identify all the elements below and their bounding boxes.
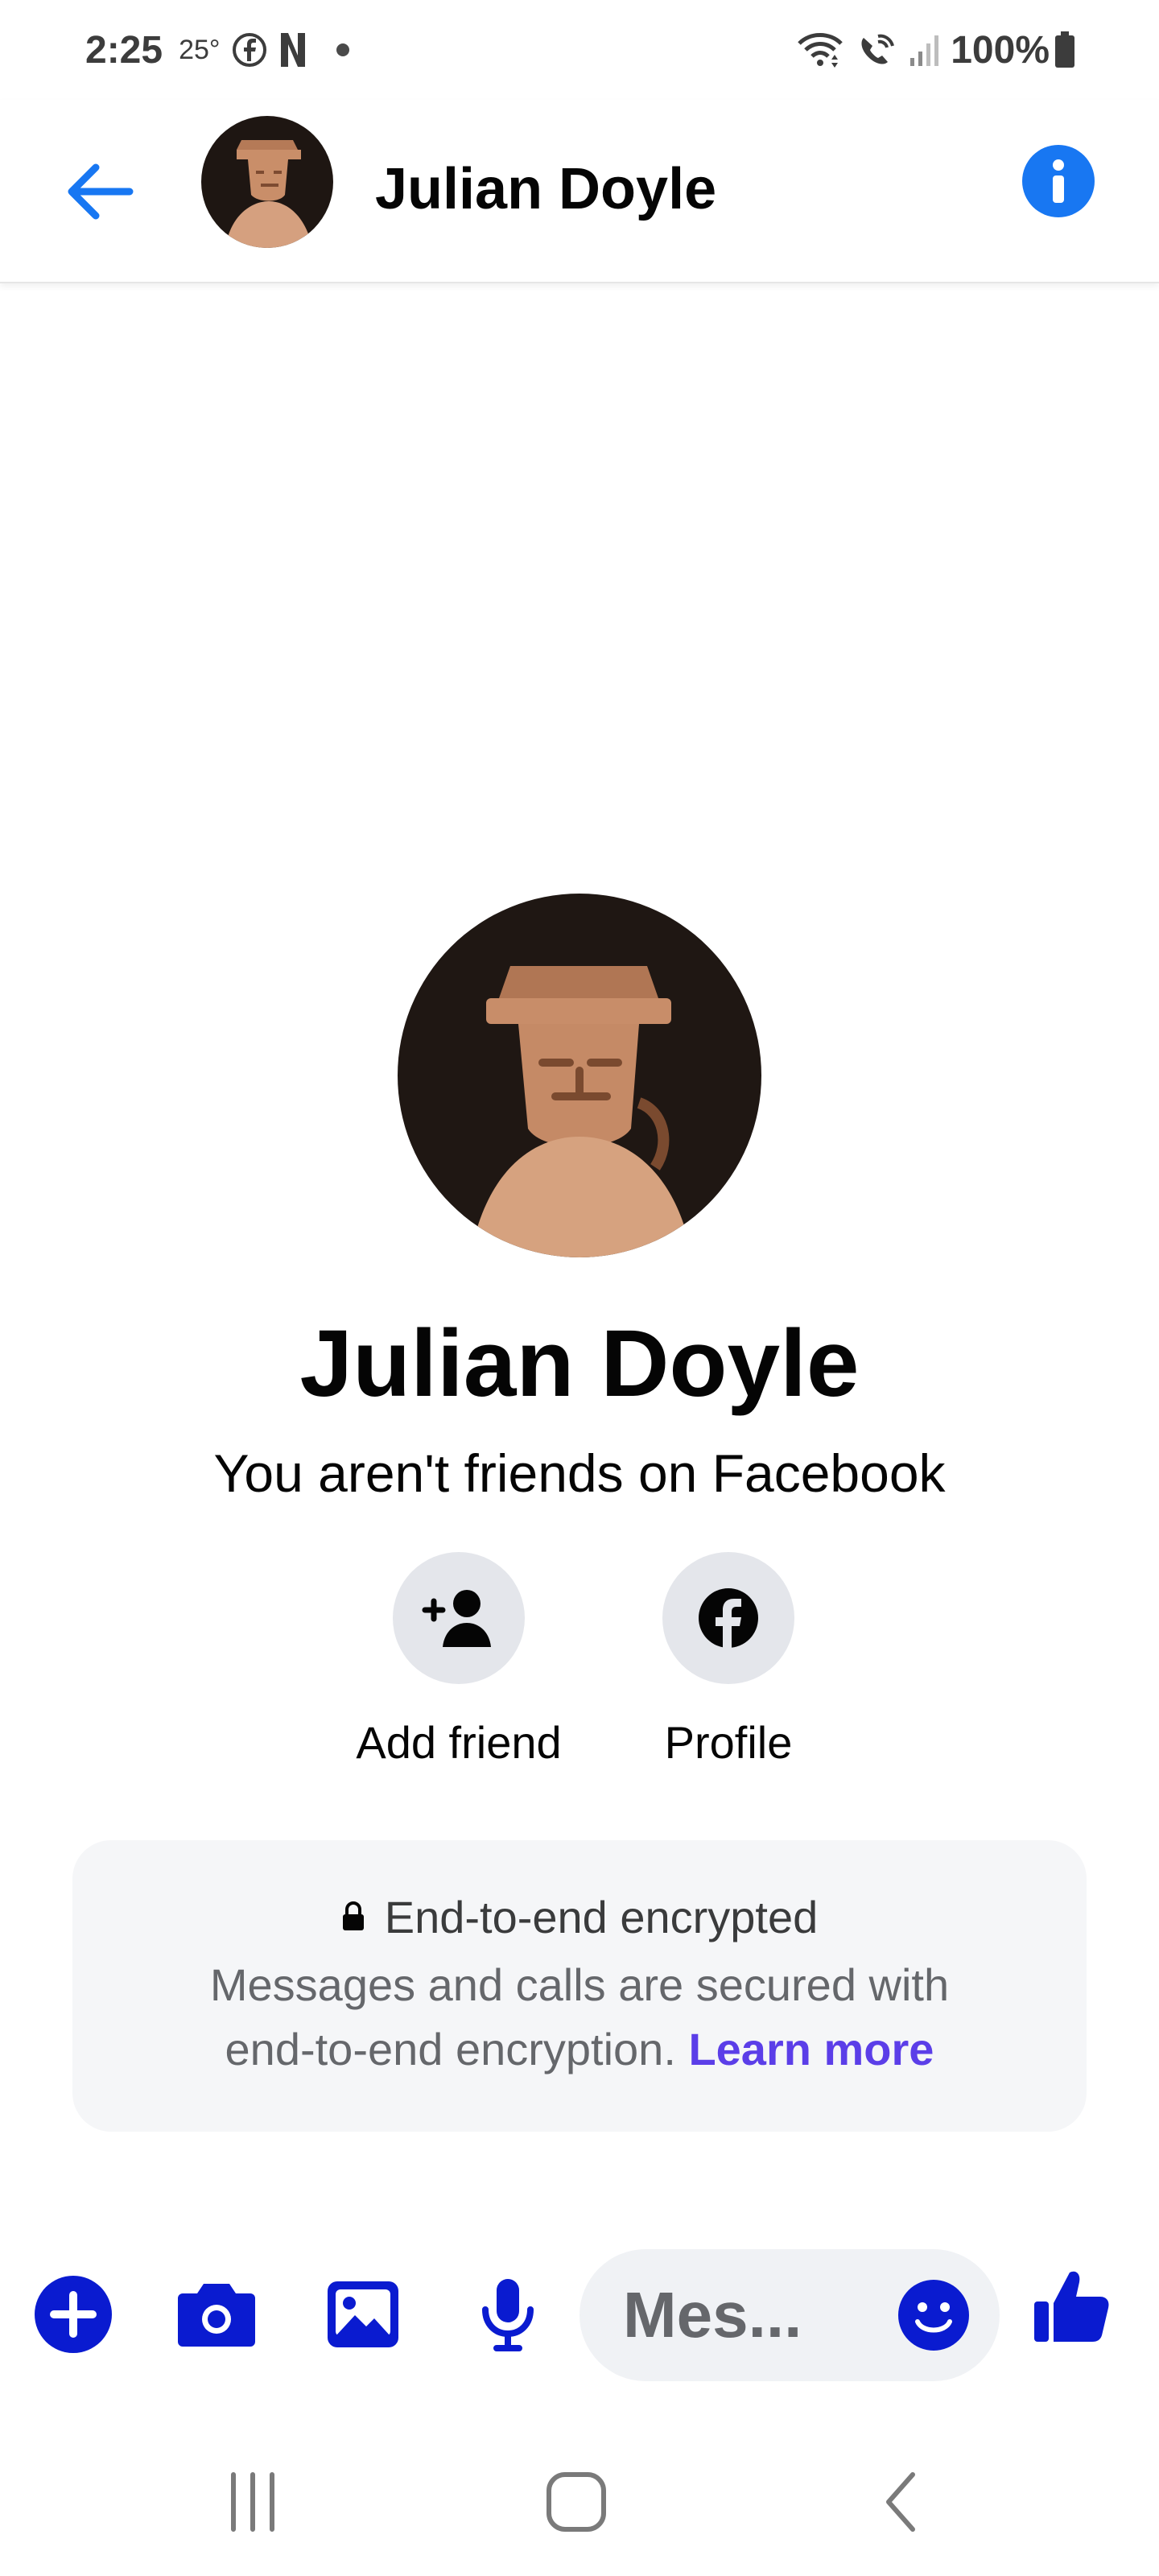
encryption-body-line2: end-to-end encryption. Learn more bbox=[210, 2017, 949, 2082]
status-left: 2:25 25° bbox=[85, 28, 351, 72]
back-arrow-icon bbox=[68, 163, 134, 220]
emoji-icon bbox=[898, 2280, 969, 2351]
voice-message-button[interactable] bbox=[464, 2270, 552, 2359]
camera-button[interactable] bbox=[172, 2270, 261, 2359]
wifi-icon bbox=[796, 31, 844, 69]
battery-icon bbox=[1054, 31, 1075, 68]
messenger-chat-screen: 2:25 25° 100% Julian Doyle Julian Doyle … bbox=[0, 0, 1159, 2576]
status-temperature: 25° bbox=[179, 34, 221, 65]
encryption-body: Messages and calls are secured with end-… bbox=[210, 1953, 949, 2082]
learn-more-link[interactable]: Learn more bbox=[688, 2024, 934, 2074]
encryption-body-line2-text: end-to-end encryption. bbox=[225, 2023, 676, 2074]
profile-action[interactable]: Profile bbox=[624, 1552, 833, 1769]
back-icon bbox=[886, 2472, 915, 2532]
system-navigation-bar bbox=[0, 2431, 1159, 2552]
info-icon bbox=[1053, 159, 1064, 203]
microphone-icon bbox=[482, 2279, 534, 2351]
facebook-icon bbox=[232, 32, 267, 68]
more-actions-button[interactable] bbox=[29, 2270, 118, 2359]
home-icon bbox=[547, 2472, 606, 2532]
like-button[interactable] bbox=[1027, 2262, 1116, 2351]
camera-icon bbox=[178, 2284, 255, 2347]
profile-avatar[interactable] bbox=[398, 894, 761, 1257]
home-button[interactable] bbox=[528, 2454, 625, 2550]
profile-button[interactable] bbox=[662, 1552, 794, 1684]
battery-percentage: 100% bbox=[951, 28, 1050, 72]
status-time: 2:25 bbox=[85, 28, 163, 72]
chat-header: Julian Doyle bbox=[0, 100, 1159, 283]
friendship-status: You aren't friends on Facebook bbox=[213, 1443, 946, 1503]
encryption-notice: End-to-end encrypted Messages and calls … bbox=[72, 1840, 1087, 2132]
back-button[interactable] bbox=[61, 150, 138, 233]
recent-apps-button[interactable] bbox=[204, 2454, 301, 2550]
gallery-icon bbox=[328, 2281, 398, 2347]
status-right: 100% bbox=[785, 28, 1075, 72]
signal-icon bbox=[907, 32, 942, 68]
contact-name[interactable]: Julian Doyle bbox=[375, 156, 716, 222]
avatar[interactable] bbox=[201, 116, 333, 248]
message-composer bbox=[0, 2246, 1159, 2383]
profile-label: Profile bbox=[664, 1717, 793, 1768]
lock-icon bbox=[342, 1901, 364, 1930]
wifi-call-icon bbox=[856, 31, 896, 68]
info-button[interactable] bbox=[1022, 145, 1095, 217]
facebook-icon bbox=[699, 1588, 758, 1649]
add-friend-action[interactable]: Add friend bbox=[354, 1552, 563, 1769]
plus-icon bbox=[35, 2276, 112, 2353]
add-friend-label: Add friend bbox=[356, 1717, 562, 1768]
emoji-button[interactable] bbox=[893, 2275, 974, 2355]
encryption-title: End-to-end encrypted bbox=[384, 1891, 819, 1942]
gallery-button[interactable] bbox=[319, 2270, 407, 2359]
profile-name: Julian Doyle bbox=[299, 1311, 860, 1417]
dot-icon bbox=[335, 42, 351, 58]
encryption-body-line1: Messages and calls are secured with bbox=[209, 1959, 950, 2010]
thumbs-up-icon bbox=[1034, 2271, 1109, 2342]
add-friend-button[interactable] bbox=[393, 1552, 525, 1684]
system-back-button[interactable] bbox=[853, 2454, 950, 2550]
encryption-title-row: End-to-end encrypted bbox=[341, 1891, 819, 1943]
add-friend-icon bbox=[422, 1590, 491, 1647]
message-field[interactable] bbox=[580, 2249, 1000, 2381]
recent-apps-icon bbox=[231, 2472, 274, 2532]
message-input[interactable] bbox=[623, 2249, 864, 2381]
netflix-icon bbox=[278, 31, 307, 68]
status-bar: 2:25 25° 100% bbox=[0, 0, 1159, 100]
